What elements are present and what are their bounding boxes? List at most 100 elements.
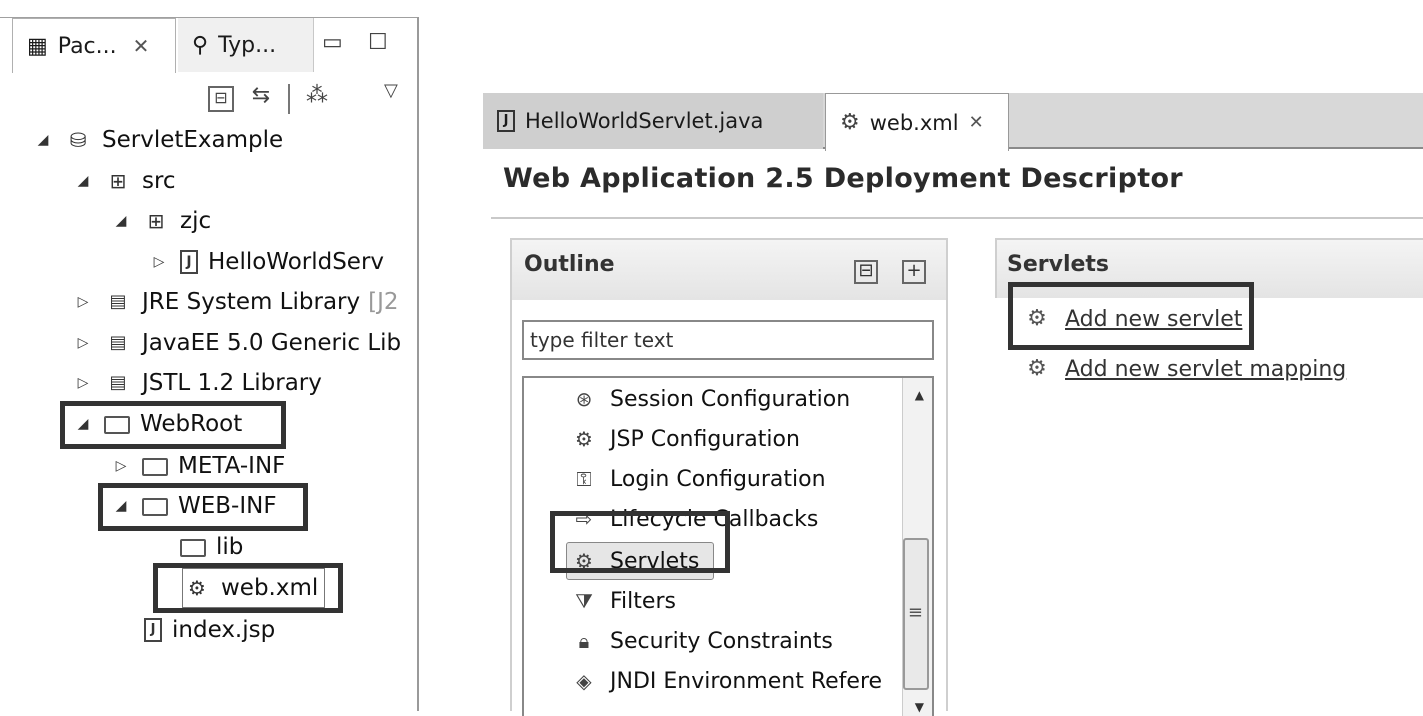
outline-item-filters[interactable]: ⧩ Filters — [570, 582, 676, 620]
jndi-icon: ◈ — [576, 669, 592, 693]
tree-item-label: src — [142, 168, 176, 194]
tree-item-label: META-INF — [178, 453, 286, 479]
collapsed-arrow-icon[interactable]: ▷ — [110, 458, 132, 474]
source-folder-icon: ⊞ — [109, 169, 127, 193]
minimize-icon[interactable]: ▭ — [322, 30, 343, 55]
tree-item-label: index.jsp — [172, 617, 276, 643]
java-file-icon: J — [180, 250, 198, 274]
add-new-servlet-mapping-link[interactable]: ⚙ Add new servlet mapping — [1023, 355, 1346, 383]
type-hierarchy-icon: ⚲ — [192, 32, 209, 58]
outline-item-jndi-environment[interactable]: ◈ JNDI Environment Refere — [570, 662, 882, 700]
tree-item-java-file[interactable]: ▷ J HelloWorldServ — [148, 242, 384, 282]
view-menu-icon[interactable]: ▽ — [384, 80, 398, 101]
tree-item-meta-inf[interactable]: ▷ META-INF — [110, 446, 286, 486]
outline-item-label: JSP Configuration — [610, 426, 800, 452]
tree-item-src[interactable]: ◢ ⊞ src — [72, 161, 176, 201]
tab-type-hierarchy[interactable]: ⚲ Typ... — [178, 18, 314, 72]
tab-web-xml[interactable]: ⚙ web.xml ✕ — [825, 93, 1009, 151]
close-icon[interactable]: ✕ — [969, 112, 984, 133]
tree-item-label: JRE System Library — [142, 289, 361, 315]
expanded-arrow-icon[interactable]: ◢ — [110, 213, 132, 229]
filters-icon: ⧩ — [575, 589, 593, 613]
outline-item-label: Session Configuration — [610, 386, 851, 412]
tree-item-javaee-library[interactable]: ▷ ▤ JavaEE 5.0 Generic Lib — [72, 323, 402, 363]
tab-label: HelloWorldServlet.java — [525, 109, 764, 133]
folder-icon — [180, 539, 206, 557]
maximize-icon[interactable]: ☐ — [368, 30, 388, 55]
outline-item-label: JNDI Environment Refere — [610, 668, 883, 694]
outline-item-session-configuration[interactable]: ⊛ Session Configuration — [570, 380, 851, 418]
folder-icon — [142, 458, 168, 476]
outline-title: Outline — [524, 252, 615, 277]
tree-item-lib[interactable]: lib — [180, 527, 243, 567]
highlight-box — [550, 511, 730, 573]
tree-item-label: JSTL 1.2 Library — [142, 370, 322, 396]
expanded-arrow-icon[interactable]: ◢ — [32, 132, 54, 148]
outline-item-label: Login Configuration — [610, 466, 826, 492]
package-explorer-view: ▦ Pac... ✕ ⚲ Typ... ▭ ☐ ⊟ ⇆ ⁂ ▽ ◢ ⛁ Serv… — [0, 0, 420, 711]
highlight-box — [98, 483, 308, 531]
outline-header: Outline ⊟ + — [512, 240, 946, 300]
tree-item-index-jsp[interactable]: J index.jsp — [144, 610, 275, 650]
close-icon[interactable]: ✕ — [133, 34, 150, 58]
scroll-down-icon[interactable]: ▼ — [915, 700, 924, 714]
toolbar-separator — [288, 84, 290, 114]
package-icon: ⊞ — [147, 209, 165, 233]
tab-hello-world-servlet-java[interactable]: J HelloWorldServlet.java — [483, 93, 823, 149]
collapsed-arrow-icon[interactable]: ▷ — [148, 254, 170, 270]
collapsed-arrow-icon[interactable]: ▷ — [72, 335, 94, 351]
highlight-box — [1008, 282, 1254, 350]
web-project-icon: ⛁ — [69, 128, 87, 152]
tab-package-explorer-label: Pac... — [57, 33, 117, 59]
view-toolbar: ⊟ ⇆ ⁂ — [208, 82, 330, 116]
tab-type-hierarchy-label: Typ... — [218, 32, 277, 58]
outline-item-jsp-configuration[interactable]: ⚙ JSP Configuration — [570, 420, 800, 458]
jsp-file-icon: J — [144, 618, 162, 642]
title-divider — [491, 217, 1423, 219]
tree-item-package[interactable]: ◢ ⊞ zjc — [110, 201, 212, 241]
expand-all-icon[interactable]: + — [902, 260, 926, 284]
collapse-all-icon[interactable]: ⊟ — [208, 86, 234, 112]
collapsed-arrow-icon[interactable]: ▷ — [72, 375, 94, 391]
page-title: Web Application 2.5 Deployment Descripto… — [503, 163, 1183, 194]
outline-item-login-configuration[interactable]: ⚿ Login Configuration — [570, 460, 826, 498]
library-icon: ▤ — [109, 372, 127, 393]
add-new-servlet-mapping-label[interactable]: Add new servlet mapping — [1065, 357, 1346, 382]
filter-input[interactable] — [522, 320, 934, 360]
tree-item-decoration: [J2 — [368, 289, 399, 315]
library-icon: ▤ — [109, 332, 127, 353]
highlight-box — [60, 401, 286, 449]
tree-item-jre-library[interactable]: ▷ ▤ JRE System Library [J2 — [72, 282, 399, 322]
tab-package-explorer[interactable]: ▦ Pac... ✕ — [12, 18, 176, 73]
lock-icon: 🔒︎ — [578, 629, 590, 653]
scroll-up-icon[interactable]: ▲ — [915, 388, 924, 402]
vertical-scrollbar[interactable]: ▲ ≡ ▼ — [902, 378, 932, 716]
session-icon: ⊛ — [575, 387, 593, 411]
tree-item-label: JavaEE 5.0 Generic Lib — [142, 330, 402, 356]
highlight-box — [153, 563, 343, 613]
tree-item-project[interactable]: ◢ ⛁ ServletExample — [32, 120, 284, 160]
grip-icon: ≡ — [907, 602, 923, 623]
library-icon: ▤ — [109, 291, 127, 312]
expanded-arrow-icon[interactable]: ◢ — [72, 173, 94, 189]
outline-section: Outline ⊟ + ⊛ Session Configuration ⚙ JS… — [510, 238, 948, 716]
login-icon: ⚿ — [576, 467, 592, 491]
add-mapping-icon: ⚙ — [1027, 356, 1047, 381]
outline-item-label: Security Constraints — [610, 628, 833, 654]
collapsed-arrow-icon[interactable]: ▷ — [72, 294, 94, 310]
package-explorer-icon: ▦ — [27, 33, 48, 59]
collapse-all-icon[interactable]: ⊟ — [854, 260, 878, 284]
link-with-editor-icon[interactable]: ⇆ — [248, 85, 274, 112]
web-xml-editor: J HelloWorldServlet.java ⚙ web.xml ✕ Web… — [483, 93, 1423, 716]
jsp-config-icon: ⚙ — [575, 427, 593, 451]
tree-item-label: ServletExample — [102, 127, 284, 153]
xml-file-icon: ⚙ — [840, 110, 860, 135]
editor-tab-bar: J HelloWorldServlet.java ⚙ web.xml ✕ — [483, 93, 1423, 151]
outline-item-security-constraints[interactable]: 🔒︎ Security Constraints — [570, 622, 833, 660]
tree-item-jstl-library[interactable]: ▷ ▤ JSTL 1.2 Library — [72, 363, 322, 403]
view-right-border — [417, 17, 419, 711]
tab-label: web.xml — [869, 110, 959, 135]
filters-icon[interactable]: ⁂ — [304, 85, 330, 112]
servlets-title: Servlets — [1007, 252, 1110, 277]
tree-item-label: zjc — [180, 208, 212, 234]
